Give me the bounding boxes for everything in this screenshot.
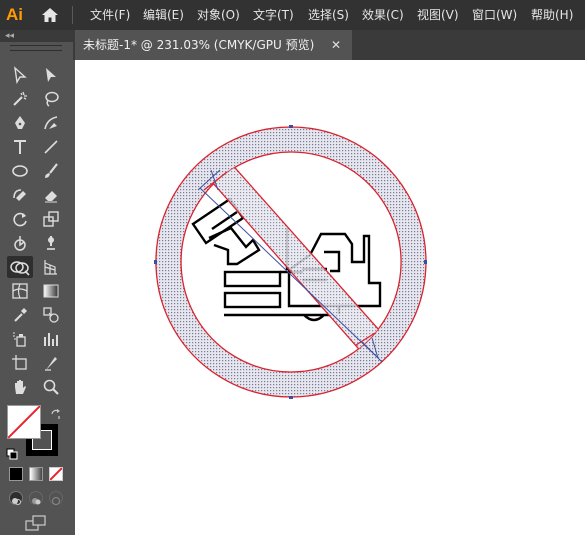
menu-file[interactable]: 文件(F) [88,0,132,30]
ellipse-tool-icon[interactable] [9,160,31,182]
artboard-canvas[interactable] [75,60,585,535]
rotate-tool-icon[interactable] [9,208,31,230]
shape-builder-tool-icon[interactable] [7,256,33,278]
shaper-tool-icon[interactable] [9,184,31,206]
lasso-tool-icon[interactable] [40,88,62,110]
selection-tool-icon[interactable] [9,64,31,86]
artboard-tool-icon[interactable] [9,352,31,374]
menu-edit[interactable]: 编辑(E) [141,0,186,30]
menu-bar: Ai 文件(F) 编辑(E) 对象(O) 文字(T) 选择(S) 效果(C) 视… [0,0,585,30]
none-mode-button[interactable] [49,467,63,481]
toolbox-collapse-icon[interactable]: ◂◂ [0,30,73,42]
perspective-grid-tool-icon[interactable] [40,256,62,278]
mesh-tool-icon[interactable] [9,280,31,302]
prohibition-sign-artwork[interactable] [75,60,585,535]
blend-tool-icon[interactable] [40,304,62,326]
color-mode-button[interactable] [9,467,23,481]
document-tab-title: 未标题-1* @ 231.03% (CMYK/GPU 预览) [83,38,315,52]
close-tab-icon[interactable]: ✕ [331,30,341,60]
hand-tool-icon[interactable] [9,376,31,398]
line-segment-tool-icon[interactable] [40,136,62,158]
menu-help[interactable]: 帮助(H) [529,0,575,30]
eraser-tool-icon[interactable] [40,184,62,206]
gradient-mode-button[interactable] [29,467,43,481]
swap-fill-stroke-icon[interactable] [50,405,62,419]
app-logo: Ai [6,5,23,24]
menu-object[interactable]: 对象(O) [195,0,242,30]
draw-behind-icon[interactable] [29,491,43,505]
home-icon[interactable] [40,5,60,25]
draw-inside-icon[interactable] [49,491,63,505]
default-fill-stroke-icon[interactable] [6,445,18,460]
eyedropper-tool-icon[interactable] [9,304,31,326]
menu-type[interactable]: 文字(T) [251,0,296,30]
column-graph-tool-icon[interactable] [40,328,62,350]
slice-tool-icon[interactable] [40,352,62,374]
menu-view[interactable]: 视图(V) [415,0,461,30]
gradient-tool-icon[interactable] [40,280,62,302]
magic-wand-tool-icon[interactable] [9,88,31,110]
direct-selection-tool-icon[interactable] [40,64,62,86]
menu-window[interactable]: 窗口(W) [470,0,519,30]
paintbrush-tool-icon[interactable] [40,160,62,182]
zoom-tool-icon[interactable] [40,376,62,398]
type-tool-icon[interactable] [9,136,31,158]
menu-effect[interactable]: 效果(C) [360,0,406,30]
curvature-tool-icon[interactable] [40,112,62,134]
warp-tool-icon[interactable] [9,232,31,254]
screen-mode-icon[interactable] [25,515,47,531]
document-tab[interactable]: 未标题-1* @ 231.03% (CMYK/GPU 预览) ✕ [75,30,352,60]
scale-tool-icon[interactable] [40,208,62,230]
draw-normal-icon[interactable] [9,491,23,505]
puppet-warp-tool-icon[interactable] [40,232,62,254]
pen-tool-icon[interactable] [9,112,31,134]
menu-divider [72,6,73,24]
symbol-sprayer-tool-icon[interactable] [9,328,31,350]
menu-select[interactable]: 选择(S) [306,0,351,30]
fill-swatch[interactable] [7,405,41,439]
toolbox-grip[interactable] [10,45,62,51]
